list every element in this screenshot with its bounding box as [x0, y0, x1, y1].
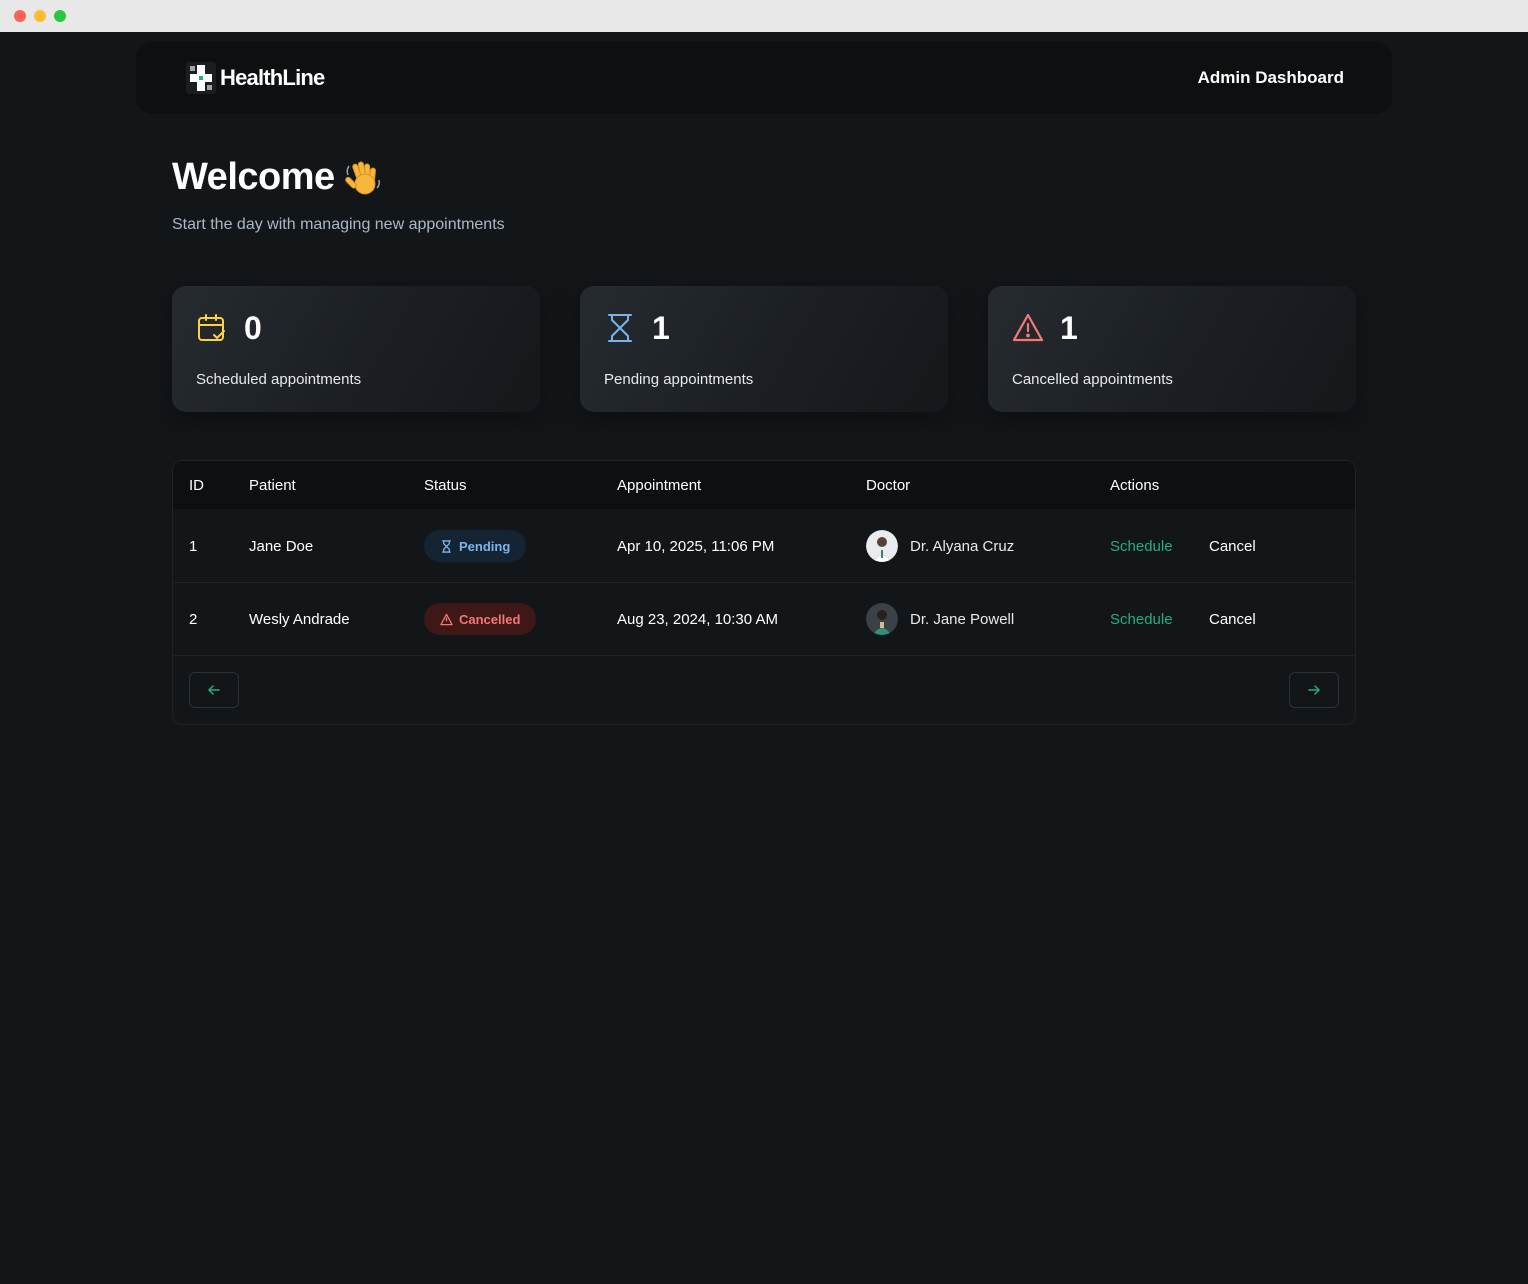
top-header: HealthLine Admin Dashboard — [136, 42, 1392, 114]
cancel-button[interactable]: Cancel — [1209, 538, 1256, 555]
window-maximize-button[interactable] — [54, 10, 66, 22]
scheduled-count: 0 — [244, 310, 262, 346]
cancel-button[interactable]: Cancel — [1209, 611, 1256, 628]
schedule-button[interactable]: Schedule — [1110, 611, 1173, 628]
pending-label: Pending appointments — [604, 371, 754, 388]
status-cell: Cancelled — [424, 603, 537, 635]
table-row: 2 Wesly Andrade Cancelled Aug 23, 2024, … — [173, 583, 1355, 656]
previous-page-button[interactable] — [189, 672, 239, 708]
column-header-id: ID — [189, 477, 204, 494]
column-header-status: Status — [424, 477, 467, 494]
window-title-bar — [0, 0, 1528, 32]
welcome-heading: Welcome — [172, 156, 383, 199]
alert-triangle-icon — [1012, 313, 1044, 342]
appointment-date: Aug 23, 2024, 10:30 AM — [617, 611, 778, 628]
next-page-button[interactable] — [1289, 672, 1339, 708]
column-header-doctor: Doctor — [866, 477, 911, 494]
waving-hand-icon — [344, 161, 380, 194]
column-header-appointment: Appointment — [617, 477, 702, 494]
doctor-avatar — [866, 603, 898, 635]
brand-name: HealthLine — [220, 65, 325, 90]
window-close-button[interactable] — [14, 10, 26, 22]
cancelled-label: Cancelled appointments — [1012, 371, 1173, 388]
status-text: Pending — [459, 538, 511, 554]
status-badge-pending: Pending — [424, 530, 527, 562]
welcome-subtitle: Start the day with managing new appointm… — [172, 216, 505, 233]
status-badge-cancelled: Cancelled — [424, 603, 537, 635]
appointment-date: Apr 10, 2025, 11:06 PM — [617, 538, 775, 555]
hourglass-icon — [608, 314, 632, 342]
arrow-left-icon — [208, 685, 220, 695]
cancelled-count: 1 — [1060, 310, 1078, 346]
appointments-table: ID Patient Status Appointment Doctor Act… — [172, 460, 1356, 725]
row-id: 2 — [189, 611, 198, 628]
stat-card-scheduled: 0 Scheduled appointments — [172, 286, 540, 412]
doctor-name: Dr. Alyana Cruz — [910, 537, 1015, 555]
table-row: 1 Jane Doe Pending Apr 10, 2025, 11:06 P… — [173, 510, 1355, 583]
stat-card-pending: 1 Pending appointments — [580, 286, 948, 412]
window-minimize-button[interactable] — [34, 10, 46, 22]
arrow-right-icon — [1308, 685, 1320, 695]
pending-count: 1 — [652, 310, 670, 346]
doctor-cell: Dr. Jane Powell — [866, 603, 1014, 635]
brand-logo[interactable]: HealthLine — [186, 62, 325, 94]
table-header: ID Patient Status Appointment Doctor Act… — [173, 461, 1355, 509]
row-id: 1 — [189, 538, 198, 555]
schedule-button[interactable]: Schedule — [1110, 538, 1173, 555]
header-title: Admin Dashboard — [1197, 68, 1344, 87]
welcome-title: Welcome — [172, 156, 335, 198]
column-header-patient: Patient — [249, 477, 296, 494]
status-cell: Pending — [424, 530, 527, 562]
doctor-avatar — [866, 530, 898, 562]
hourglass-icon — [442, 539, 451, 553]
healthline-logo-icon — [186, 62, 216, 94]
patient-name: Jane Doe — [249, 538, 314, 555]
doctor-cell: Dr. Alyana Cruz — [866, 530, 1014, 562]
patient-name: Wesly Andrade — [249, 611, 350, 628]
doctor-name: Dr. Jane Powell — [910, 610, 1015, 628]
calendar-check-icon — [198, 314, 225, 341]
status-text: Cancelled — [459, 611, 521, 627]
alert-triangle-icon — [440, 613, 453, 625]
column-header-actions: Actions — [1110, 477, 1160, 494]
scheduled-label: Scheduled appointments — [196, 371, 362, 388]
stat-card-cancelled: 1 Cancelled appointments — [988, 286, 1356, 412]
